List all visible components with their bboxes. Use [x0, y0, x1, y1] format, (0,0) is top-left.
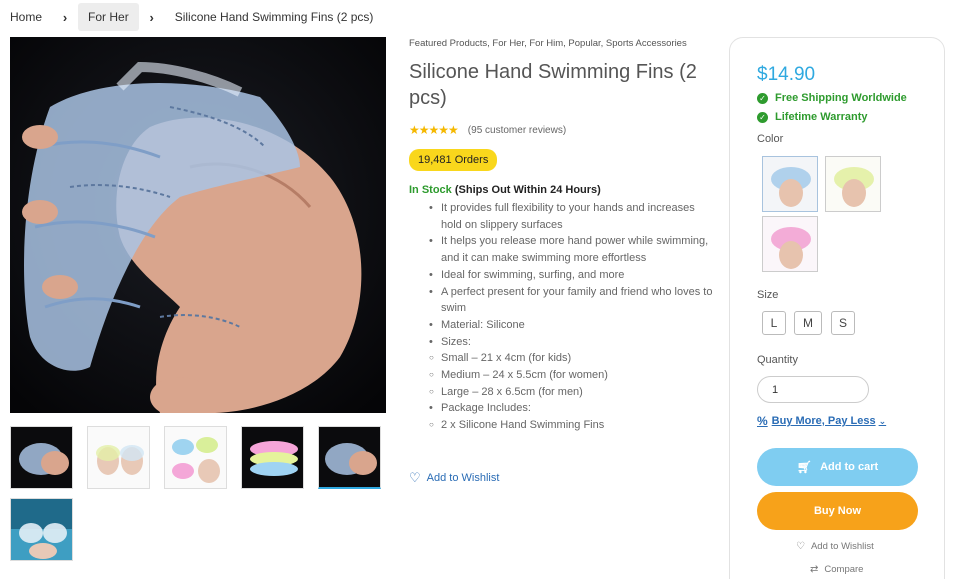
feature-item: Material: Silicone: [429, 317, 714, 334]
thumbnail-image[interactable]: [10, 426, 73, 489]
stock-status-label: In Stock: [409, 184, 452, 196]
breadcrumb: Home › For Her › Silicone Hand Swimming …: [0, 3, 383, 31]
thumbnail-image[interactable]: [10, 498, 73, 561]
add-to-cart-label: Add to cart: [820, 461, 879, 473]
feature-item: Ideal for swimming, surfing, and more: [429, 267, 714, 284]
product-info: Featured Products, For Her, For Him, Pop…: [409, 38, 714, 434]
star-rating-icon: ★★★★★: [409, 123, 459, 137]
size-detail-item: Medium – 24 x 5.5cm (for women): [429, 367, 714, 384]
stock-status-note: (Ships Out Within 24 Hours): [454, 184, 601, 196]
chevron-right-icon: ›: [62, 9, 68, 25]
size-option-m[interactable]: M: [794, 311, 822, 335]
size-detail-item: Small – 21 x 4cm (for kids): [429, 350, 714, 367]
color-swatch-pink[interactable]: [762, 216, 818, 272]
panel-wishlist-label: Add to Wishlist: [810, 541, 874, 552]
heart-icon: ♡: [409, 470, 421, 485]
add-to-cart-button[interactable]: 🛒︎ Add to cart: [757, 448, 918, 486]
orders-badge: 19,481 Orders: [409, 149, 498, 171]
feature-item: Sizes:: [429, 334, 714, 351]
quantity-input[interactable]: 1: [757, 376, 869, 403]
size-label: Size: [757, 289, 779, 301]
color-label: Color: [757, 133, 784, 145]
chevron-down-icon: ⌄: [878, 415, 887, 426]
perk-warranty: ✓ Lifetime Warranty: [757, 111, 868, 123]
main-product-image[interactable]: [10, 37, 386, 413]
wishlist-label: Add to Wishlist: [426, 472, 500, 484]
buy-now-button[interactable]: Buy Now: [757, 492, 918, 530]
rating-row: ★★★★★ (95 customer reviews): [409, 123, 714, 137]
color-swatch-blue[interactable]: [762, 156, 818, 212]
percent-icon: %: [757, 414, 768, 428]
feature-item: It helps you release more hand power whi…: [429, 233, 714, 266]
compare-link[interactable]: ⇄ Compare: [810, 564, 863, 575]
chevron-right-icon: ›: [149, 9, 154, 25]
color-swatch-yellow[interactable]: [825, 156, 881, 212]
product-features: It provides full flexibility to your han…: [409, 200, 714, 434]
compare-label: Compare: [824, 564, 864, 575]
size-option-s[interactable]: S: [831, 311, 855, 335]
package-label: Package Includes:: [429, 400, 714, 417]
compare-icon: ⇄: [810, 564, 819, 575]
thumbnail-image[interactable]: [241, 426, 304, 489]
check-circle-icon: ✓: [757, 111, 768, 123]
feature-item: A perfect present for your family and fr…: [429, 284, 714, 317]
panel-wishlist-link[interactable]: ♡ Add to Wishlist: [796, 541, 874, 552]
buy-more-pay-less-link[interactable]: % Buy More, Pay Less ⌄: [757, 414, 886, 428]
quantity-label: Quantity: [757, 354, 798, 366]
breadcrumb-current: Silicone Hand Swimming Fins (2 pcs): [174, 10, 374, 24]
breadcrumb-category-link[interactable]: For Her: [78, 3, 139, 31]
product-title: Silicone Hand Swimming Fins (2 pcs): [409, 61, 697, 109]
purchase-panel: $14.90 ✓ Free Shipping Worldwide ✓ Lifet…: [729, 37, 945, 579]
add-to-wishlist-link[interactable]: ♡ Add to Wishlist: [409, 470, 499, 486]
reviews-link[interactable]: (95 customer reviews): [468, 125, 566, 136]
thumbnail-image[interactable]: [87, 426, 150, 489]
size-detail-item: Large – 28 x 6.5cm (for men): [429, 384, 714, 401]
perk-shipping-label: Free Shipping Worldwide: [775, 92, 907, 104]
thumbnail-image[interactable]: [318, 426, 381, 489]
cart-icon: 🛒︎: [796, 460, 813, 474]
stock-status: In Stock (Ships Out Within 24 Hours): [409, 184, 714, 196]
size-option-l[interactable]: L: [762, 311, 786, 335]
check-circle-icon: ✓: [757, 92, 768, 104]
perk-shipping: ✓ Free Shipping Worldwide: [757, 92, 907, 104]
buy-more-label: Buy More, Pay Less: [771, 415, 876, 427]
feature-item: It provides full flexibility to your han…: [429, 200, 714, 233]
product-price: $14.90: [757, 64, 816, 85]
thumbnail-image[interactable]: [164, 426, 227, 489]
product-categories[interactable]: Featured Products, For Her, For Him, Pop…: [409, 38, 714, 49]
package-item: 2 x Silicone Hand Swimming Fins: [429, 417, 714, 434]
perk-warranty-label: Lifetime Warranty: [775, 111, 868, 123]
breadcrumb-home-link[interactable]: Home: [0, 3, 52, 31]
heart-icon: ♡: [796, 541, 805, 552]
